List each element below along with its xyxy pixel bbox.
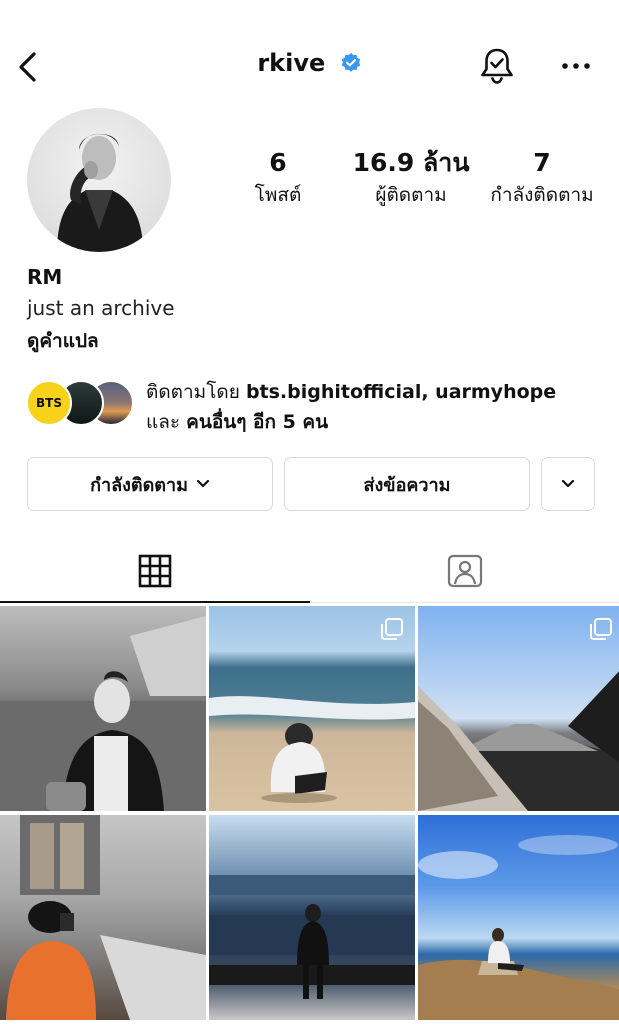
profile-name: RM [27, 265, 63, 289]
tab-posts-grid[interactable] [0, 540, 309, 602]
more-horizontal-icon [562, 63, 590, 69]
following-value: 7 [533, 148, 551, 177]
follower-avatar-bts[interactable]: BTS [26, 380, 72, 426]
post-photo [209, 875, 415, 999]
multiple-posts-icon [590, 618, 612, 640]
profile-photo [57, 133, 143, 252]
post-tile[interactable] [418, 606, 619, 811]
message-button[interactable]: ส่งข้อความ [284, 457, 530, 511]
verified-badge-icon [341, 52, 360, 72]
username: rkive [257, 49, 326, 77]
post-tile[interactable] [209, 606, 415, 811]
post-tile[interactable] [209, 815, 415, 1020]
followed-by-accounts[interactable]: bts.bighitofficial, uarmyhope [246, 381, 556, 403]
followers-value: 16.9 ล้าน [352, 148, 470, 177]
posts-count: 6 โพสต์ [238, 148, 318, 212]
following-label: กำลังติดตาม [490, 184, 594, 206]
followed-by-and: และ [146, 411, 187, 433]
followed-by-prefix: ติดตามโดย [146, 381, 246, 403]
followed-by-others[interactable]: คนอื่นๆ อีก 5 คน [186, 411, 328, 433]
bell-check-icon [481, 48, 513, 84]
post-photo [0, 616, 206, 811]
notifications-button[interactable] [478, 46, 516, 86]
post-photo [418, 671, 619, 811]
profile-avatar[interactable] [27, 108, 171, 252]
suggested-accounts-button[interactable] [541, 457, 595, 511]
followed-by-text[interactable]: ติดตามโดย bts.bighitofficial, uarmyhope แ… [146, 377, 606, 437]
post-photo [6, 815, 206, 1020]
multiple-posts-icon [381, 618, 403, 640]
message-button-label: ส่งข้อความ [363, 474, 451, 496]
following-count[interactable]: 7 กำลังติดตาม [478, 148, 606, 212]
post-tile[interactable] [0, 606, 206, 811]
profile-title: rkive [0, 48, 619, 77]
post-tile[interactable] [0, 815, 206, 1020]
profile-bio: just an archive [27, 296, 175, 320]
chevron-down-icon [561, 479, 575, 488]
posts-label: โพสต์ [254, 184, 302, 206]
following-button-label: กำลังติดตาม [90, 474, 188, 496]
see-translation-link[interactable]: ดูคำแปล [27, 326, 99, 356]
tagged-person-icon [447, 554, 482, 588]
post-photo [418, 835, 619, 1020]
posts-value: 6 [269, 148, 287, 177]
grid-icon [138, 554, 171, 588]
bts-logo-text: BTS [36, 396, 62, 410]
active-tab-indicator [0, 601, 310, 603]
followers-label: ผู้ติดตาม [375, 184, 447, 206]
followers-count[interactable]: 16.9 ล้าน ผู้ติดตาม [352, 148, 470, 212]
tab-tagged[interactable] [310, 540, 619, 602]
post-tile[interactable] [418, 815, 619, 1020]
chevron-down-icon [196, 479, 210, 488]
following-button[interactable]: กำลังติดตาม [27, 457, 273, 511]
more-options-button[interactable] [560, 58, 592, 72]
